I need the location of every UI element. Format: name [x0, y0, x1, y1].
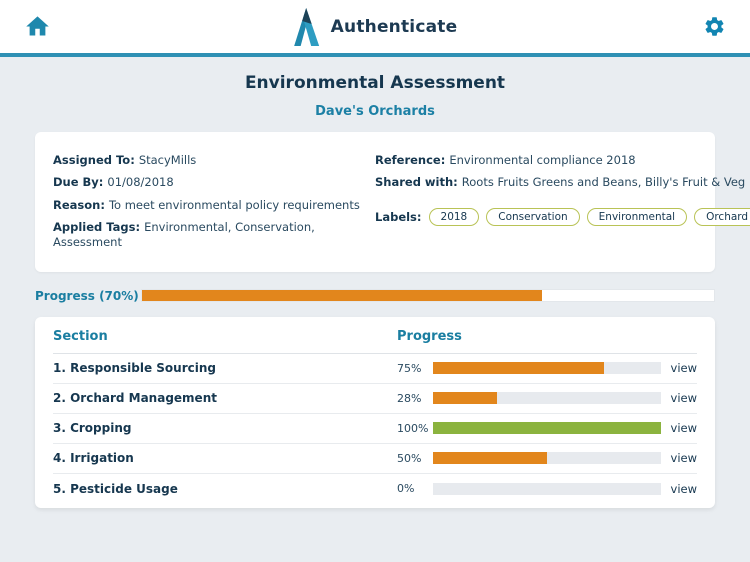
details-left-column: Assigned To: StacyMills Due By: 01/08/2018…: [53, 145, 375, 257]
home-icon[interactable]: [24, 13, 51, 40]
section-progress-fill: [433, 362, 604, 374]
reason-row: Reason: To meet environmental policy requ…: [53, 198, 375, 212]
reference-row: Reference: Environmental compliance 2018: [375, 153, 750, 167]
reference-label: Reference:: [375, 153, 445, 167]
main-content: Environmental Assessment Dave's Orchards…: [0, 57, 750, 562]
section-name: 3. Cropping: [53, 421, 397, 435]
due-by-value: 01/08/2018: [107, 175, 173, 189]
overall-progress-fill: [142, 290, 542, 301]
label-pill: 2018: [429, 208, 480, 226]
section-name: 1. Responsible Sourcing: [53, 361, 397, 375]
section-progress-track: [433, 362, 661, 374]
app-title: Authenticate: [331, 17, 458, 37]
section-progress-fill: [433, 422, 661, 434]
authenticate-logo-icon: [293, 5, 321, 49]
assigned-to-label: Assigned To:: [53, 153, 135, 167]
applied-tags-row: Applied Tags:Environmental, Conservation…: [53, 220, 375, 249]
reference-value: Environmental compliance 2018: [449, 153, 635, 167]
view-link[interactable]: view: [671, 451, 697, 465]
shared-with-value: Roots Fruits Greens and Beans, Billy's F…: [462, 175, 745, 189]
table-row: 2. Orchard Management 28% view: [53, 384, 697, 414]
applied-tags-label: Applied Tags:: [53, 220, 140, 234]
table-row: 4. Irrigation 50% view: [53, 444, 697, 474]
section-progress-track: [433, 483, 661, 495]
table-row: 3. Cropping 100% view: [53, 414, 697, 444]
table-row: 1. Responsible Sourcing 75% view: [53, 354, 697, 384]
assigned-to-value: StacyMills: [139, 153, 196, 167]
label-pill: Conservation: [486, 208, 579, 226]
page-title: Environmental Assessment: [35, 73, 715, 93]
overall-progress-track: [141, 289, 715, 302]
shared-with-row: Shared with: Roots Fruits Greens and Bean…: [375, 175, 750, 189]
section-percent: 0%: [397, 482, 433, 495]
labels-row: Labels: 2018 Conservation Environmental …: [375, 208, 750, 226]
section-percent: 28%: [397, 392, 433, 405]
view-link[interactable]: view: [671, 421, 697, 435]
section-progress-fill: [433, 452, 547, 464]
due-by-label: Due By:: [53, 175, 103, 189]
table-row: 5. Pesticide Usage 0% view: [53, 474, 697, 504]
reason-value: To meet environmental policy requirement…: [109, 198, 360, 212]
assigned-to-row: Assigned To: StacyMills: [53, 153, 375, 167]
reason-label: Reason:: [53, 198, 105, 212]
app-logo: Authenticate: [293, 5, 458, 49]
view-link[interactable]: view: [671, 391, 697, 405]
section-name: 2. Orchard Management: [53, 391, 397, 405]
table-header-row: Section Progress: [53, 319, 697, 354]
section-name: 5. Pesticide Usage: [53, 482, 397, 496]
view-link[interactable]: view: [671, 361, 697, 375]
assessment-details-card: Assigned To: StacyMills Due By: 01/08/2018…: [35, 132, 715, 272]
section-progress-track: [433, 452, 661, 464]
label-pill: Environmental: [587, 208, 687, 226]
sections-table: Section Progress 1. Responsible Sourcing…: [35, 317, 715, 508]
section-progress-track: [433, 422, 661, 434]
page-subtitle: Dave's Orchards: [35, 104, 715, 119]
progress-column-header: Progress: [397, 329, 697, 344]
section-progress-track: [433, 392, 661, 404]
top-bar: Authenticate: [0, 0, 750, 57]
section-progress-fill: [433, 392, 497, 404]
section-name: 4. Irrigation: [53, 451, 397, 465]
section-percent: 75%: [397, 362, 433, 375]
due-by-row: Due By: 01/08/2018: [53, 175, 375, 189]
gear-icon[interactable]: [703, 15, 726, 38]
overall-progress-row: Progress (70%): [35, 289, 715, 303]
labels-label: Labels:: [375, 210, 422, 224]
section-percent: 100%: [397, 422, 433, 435]
overall-progress-label: Progress (70%): [35, 289, 141, 303]
section-column-header: Section: [53, 329, 397, 344]
label-pill: Orchard: [694, 208, 750, 226]
view-link[interactable]: view: [671, 482, 697, 496]
details-right-column: Reference:Environmental compliance 2018 …: [375, 145, 750, 257]
shared-with-label: Shared with:: [375, 175, 458, 189]
section-percent: 50%: [397, 452, 433, 465]
